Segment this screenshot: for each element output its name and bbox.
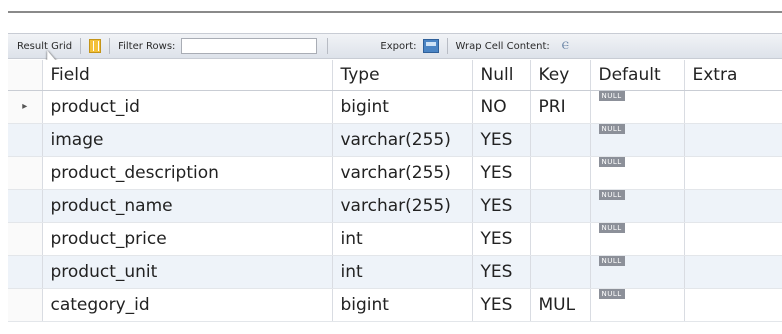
result-grid: Field Type Null Key Default Extra ▸ prod… (8, 60, 782, 322)
null-badge: NULL (598, 288, 625, 299)
null-cell[interactable]: YES (472, 123, 531, 157)
row-indicator-icon: ▸ (8, 90, 43, 124)
null-badge: NULL (598, 156, 625, 167)
table-row[interactable]: product_price int YES NULL (8, 222, 782, 256)
extra-cell[interactable] (684, 288, 782, 322)
extra-cell[interactable] (684, 123, 782, 157)
column-header-null[interactable]: Null (472, 60, 531, 91)
filter-rows-input[interactable] (181, 38, 318, 54)
toolbar-separator (446, 38, 448, 54)
null-badge: NULL (598, 222, 625, 233)
row-indicator (8, 156, 43, 190)
result-toolbar: Result Grid Filter Rows: Export: Wrap Ce… (8, 33, 782, 59)
null-cell[interactable]: YES (472, 222, 531, 256)
default-cell[interactable]: NULL (590, 288, 685, 322)
table-row[interactable]: ▸ product_id bigint NO PRI NULL (8, 90, 782, 124)
type-cell[interactable]: int (332, 255, 473, 289)
default-cell[interactable]: NULL (590, 222, 685, 256)
column-header-default[interactable]: Default (590, 60, 685, 91)
null-badge: NULL (598, 123, 625, 134)
default-cell[interactable]: NULL (590, 255, 685, 289)
key-cell[interactable]: MUL (530, 288, 591, 322)
key-cell[interactable] (530, 123, 591, 157)
null-cell[interactable]: YES (472, 255, 531, 289)
table-row[interactable]: product_description varchar(255) YES NUL… (8, 156, 782, 190)
field-cell[interactable]: product_id (42, 90, 333, 124)
row-indicator (8, 288, 43, 322)
null-cell[interactable]: YES (472, 156, 531, 190)
key-cell[interactable] (530, 222, 591, 256)
extra-cell[interactable] (684, 156, 782, 190)
table-row[interactable]: product_name varchar(255) YES NULL (8, 189, 782, 223)
export-label: Export: (380, 40, 417, 52)
grid-icon[interactable] (89, 39, 102, 53)
column-header-field[interactable]: Field (42, 60, 333, 91)
key-cell[interactable] (530, 189, 591, 223)
type-cell[interactable]: int (332, 222, 473, 256)
null-badge: NULL (598, 255, 625, 266)
extra-cell[interactable] (684, 189, 782, 223)
export-icon[interactable] (422, 39, 439, 53)
toolbar-separator (80, 38, 82, 54)
extra-cell[interactable] (684, 90, 782, 124)
row-indicator (8, 123, 43, 157)
extra-cell[interactable] (684, 222, 782, 256)
field-cell[interactable]: category_id (42, 288, 333, 322)
field-cell[interactable]: product_description (42, 156, 333, 190)
null-badge: NULL (598, 90, 625, 101)
default-cell[interactable]: NULL (590, 90, 685, 124)
type-cell[interactable]: varchar(255) (332, 189, 473, 223)
type-cell[interactable]: varchar(255) (332, 123, 473, 157)
wrap-cell-content-icon[interactable]: Ⲉ (562, 39, 569, 53)
null-cell[interactable]: YES (472, 189, 531, 223)
default-cell[interactable]: NULL (590, 189, 685, 223)
editor-area (0, 0, 782, 30)
table-row[interactable]: image varchar(255) YES NULL (8, 123, 782, 157)
type-cell[interactable]: varchar(255) (332, 156, 473, 190)
grid-header-row: Field Type Null Key Default Extra (8, 60, 782, 91)
table-row[interactable]: product_unit int YES NULL (8, 255, 782, 289)
type-cell[interactable]: bigint (332, 288, 473, 322)
null-cell[interactable]: NO (472, 90, 531, 124)
key-cell[interactable] (530, 156, 591, 190)
column-header-key[interactable]: Key (530, 60, 591, 91)
field-cell[interactable]: product_unit (42, 255, 333, 289)
result-grid-tab[interactable]: Result Grid (17, 41, 72, 52)
column-header-type[interactable]: Type (332, 60, 473, 91)
filter-rows-label: Filter Rows: (118, 40, 176, 52)
key-cell[interactable] (530, 255, 591, 289)
toolbar-separator (327, 38, 329, 54)
row-indicator (8, 189, 43, 223)
row-indicator (8, 222, 43, 256)
row-indicator-header (8, 60, 43, 91)
key-cell[interactable]: PRI (530, 90, 591, 124)
toolbar-separator (109, 38, 111, 54)
type-cell[interactable]: bigint (332, 90, 473, 124)
table-row[interactable]: category_id bigint YES MUL NULL (8, 288, 782, 322)
field-cell[interactable]: product_name (42, 189, 333, 223)
divider (8, 11, 782, 13)
extra-cell[interactable] (684, 255, 782, 289)
field-cell[interactable]: product_price (42, 222, 333, 256)
default-cell[interactable]: NULL (590, 156, 685, 190)
null-cell[interactable]: YES (472, 288, 531, 322)
row-indicator (8, 255, 43, 289)
null-badge: NULL (598, 189, 625, 200)
column-header-extra[interactable]: Extra (684, 60, 782, 91)
wrap-cell-content-label: Wrap Cell Content: (455, 40, 550, 52)
default-cell[interactable]: NULL (590, 123, 685, 157)
field-cell[interactable]: image (42, 123, 333, 157)
